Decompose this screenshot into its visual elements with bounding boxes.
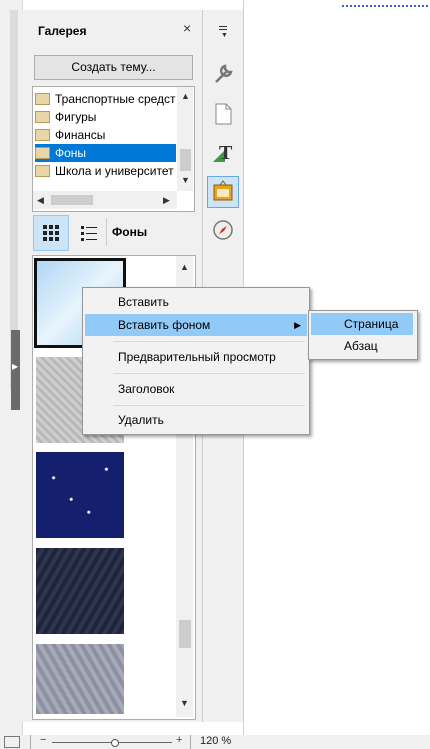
list-icon bbox=[81, 225, 97, 241]
theme-item-shapes[interactable]: Фигуры bbox=[35, 108, 176, 126]
svg-text:T: T bbox=[219, 142, 233, 164]
current-theme-label: Фоны bbox=[112, 225, 148, 239]
folder-icon bbox=[35, 146, 50, 159]
sidebar-menu-icon[interactable]: ▼ bbox=[217, 24, 229, 39]
theme-item-backgrounds[interactable]: Фоны bbox=[35, 144, 176, 162]
panel-title: Галерея bbox=[38, 24, 87, 38]
scroll-up-icon[interactable]: ▲ bbox=[180, 262, 189, 272]
theme-item-school[interactable]: Школа и университет bbox=[35, 162, 176, 180]
page-icon[interactable] bbox=[211, 102, 235, 126]
theme-item-vehicles[interactable]: Транспортные средства bbox=[35, 90, 176, 108]
folder-icon bbox=[35, 92, 50, 105]
submenu-item-paragraph[interactable]: Абзац bbox=[311, 335, 413, 357]
zoom-out-button[interactable]: − bbox=[40, 734, 46, 746]
zoom-level[interactable]: 120 % bbox=[200, 735, 231, 747]
styles-icon[interactable]: T bbox=[211, 140, 235, 164]
theme-list-vscroll-thumb[interactable] bbox=[180, 149, 191, 171]
theme-list[interactable]: Транспортные средства Фигуры Финансы Фон… bbox=[32, 86, 195, 212]
folder-icon bbox=[35, 128, 50, 141]
sidebar-collapse-handle[interactable]: ▶ bbox=[11, 330, 20, 410]
scroll-left-icon[interactable]: ◀ bbox=[37, 195, 44, 206]
insert-background-submenu: Страница Абзац bbox=[308, 310, 418, 360]
gallery-item-dark-texture[interactable] bbox=[36, 548, 124, 634]
scroll-down-icon[interactable]: ▼ bbox=[180, 698, 189, 708]
submenu-item-page[interactable]: Страница bbox=[311, 313, 413, 335]
zoom-in-button[interactable]: + bbox=[176, 734, 182, 746]
menu-item-preview[interactable]: Предварительный просмотр bbox=[85, 346, 307, 368]
theme-item-finance[interactable]: Финансы bbox=[35, 126, 176, 144]
theme-list-hscroll-thumb[interactable] bbox=[51, 195, 93, 205]
gallery-icon[interactable] bbox=[207, 176, 239, 208]
submenu-arrow-icon: ▶ bbox=[294, 320, 301, 330]
layout-icon[interactable] bbox=[4, 736, 20, 748]
icon-view-button[interactable] bbox=[33, 215, 69, 251]
theme-list-vscroll[interactable]: ▲ ▼ bbox=[177, 87, 193, 191]
gallery-vscroll-thumb[interactable] bbox=[179, 620, 191, 648]
menu-separator bbox=[113, 373, 305, 374]
navigator-icon[interactable] bbox=[211, 218, 235, 242]
scroll-up-icon[interactable]: ▲ bbox=[181, 91, 190, 101]
menu-item-delete[interactable]: Удалить bbox=[85, 409, 307, 431]
gallery-item-stars[interactable] bbox=[36, 452, 124, 538]
properties-icon[interactable] bbox=[211, 62, 235, 86]
status-bar: − + 120 % bbox=[0, 734, 430, 749]
gallery-item-stone[interactable] bbox=[36, 644, 124, 714]
grid-icon bbox=[43, 225, 59, 241]
scroll-right-icon[interactable]: ▶ bbox=[163, 195, 170, 206]
view-separator bbox=[106, 218, 107, 246]
zoom-slider-knob[interactable] bbox=[111, 739, 119, 747]
folder-icon bbox=[35, 110, 50, 123]
context-menu: Вставить Вставить фоном ▶ Предварительный… bbox=[82, 287, 310, 435]
menu-item-insert[interactable]: Вставить bbox=[85, 291, 307, 313]
scroll-down-icon[interactable]: ▼ bbox=[181, 175, 190, 185]
document-link-fragment bbox=[342, 0, 428, 7]
list-view-button[interactable] bbox=[73, 215, 103, 249]
expand-arrow-icon: ▶ bbox=[12, 362, 19, 371]
menu-item-insert-as-background[interactable]: Вставить фоном ▶ bbox=[85, 314, 307, 336]
menu-separator bbox=[113, 341, 305, 342]
create-theme-button[interactable]: Создать тему... bbox=[34, 55, 193, 80]
menu-separator bbox=[113, 405, 305, 406]
folder-icon bbox=[35, 164, 50, 177]
menu-item-title[interactable]: Заголовок bbox=[85, 378, 307, 400]
close-icon[interactable]: × bbox=[183, 20, 191, 36]
